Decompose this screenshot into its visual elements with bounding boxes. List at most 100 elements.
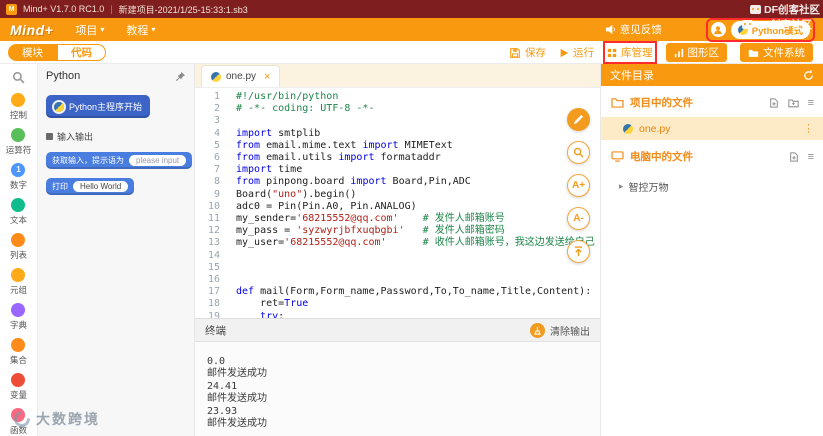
project-files-group[interactable]: 项目中的文件 ≡ <box>601 86 823 117</box>
code-line[interactable]: import time <box>236 164 600 176</box>
category-dot-icon <box>11 373 26 387</box>
category-变量[interactable]: 变量 <box>6 373 32 401</box>
close-tab-icon[interactable]: × <box>264 71 270 83</box>
mode-pill[interactable]: Python模式 <box>730 20 810 39</box>
menu-icon[interactable]: ≡ <box>808 151 814 163</box>
category-dot-icon: 1 <box>11 163 26 177</box>
code-line[interactable] <box>236 274 600 286</box>
code-line[interactable]: import smtplib <box>236 128 600 140</box>
menu-tutorial[interactable]: 教程 ▾ <box>126 22 155 38</box>
palette-section-io: 输入输出 <box>46 130 186 143</box>
terminal-line: 23.93 <box>207 405 238 417</box>
menu-project[interactable]: 项目 ▾ <box>75 22 104 38</box>
category-函数[interactable]: 函数 <box>6 408 32 436</box>
category-运算符[interactable]: 运算符 <box>6 128 31 156</box>
graphics-area-button[interactable]: 图形区 <box>665 43 727 62</box>
file-directory-panel: 文件目录 项目中的文件 ≡ one.py ⋮ 电脑中的文件 ≡ ▸ 智控万物 <box>600 64 823 436</box>
category-label: 变量 <box>9 390 27 400</box>
computer-icon <box>611 151 624 162</box>
editor-tabbar: one.py × <box>195 64 600 88</box>
category-文本[interactable]: 文本 <box>6 198 32 226</box>
pin-icon[interactable] <box>175 71 186 82</box>
code-editor[interactable]: 1 2 3 4 5 6 7 8 9 10 11 12 13 14 15 16 17 18 19 #!/usr/bin… <box>195 88 600 318</box>
user-avatar[interactable] <box>710 22 726 37</box>
line-numbers: 1 2 3 4 5 6 7 8 9 10 11 12 13 14 15 16 17 18 19 <box>207 91 220 318</box>
file-one-py[interactable]: one.py ⋮ <box>601 117 823 140</box>
file-name: one.py <box>639 122 671 135</box>
terminal-line: 0.0 <box>207 356 226 367</box>
refresh-icon[interactable] <box>803 69 814 81</box>
scroll-top-button[interactable] <box>567 240 590 263</box>
code-line[interactable]: my_pass = 'syzwyrjbfxuqbgbi' # 发件人邮箱密码 <box>236 225 600 237</box>
block-print[interactable]: 打印 Hello World <box>46 178 135 195</box>
terminal-line: 邮件发送成功 <box>207 393 267 405</box>
category-控制[interactable]: 控制 <box>6 93 32 121</box>
search-icon[interactable] <box>12 71 25 84</box>
code-line[interactable]: my_sender='68215552@qq.com' # 发件人邮箱账号 <box>236 213 600 225</box>
code-line[interactable]: adc0 = Pin(Pin.A0, Pin.ANALOG) <box>236 201 600 213</box>
code-line[interactable] <box>236 262 600 274</box>
code-line[interactable]: Board("uno").begin() <box>236 189 600 201</box>
minimize-button[interactable]: — <box>771 4 780 14</box>
tab-code[interactable]: 代码 <box>57 44 106 61</box>
category-字典[interactable]: 字典 <box>6 303 32 331</box>
category-label: 字典 <box>9 320 27 330</box>
category-dot-icon <box>11 268 26 282</box>
edit-button[interactable] <box>567 108 590 131</box>
menu-project-label: 项目 <box>75 24 98 37</box>
category-列表[interactable]: 列表 <box>6 233 32 261</box>
category-label: 集合 <box>9 355 27 365</box>
code-line[interactable]: my_user='68215552@qq.com' # 收件人邮箱账号，我这边发… <box>236 237 600 249</box>
block-print-value[interactable]: Hello World <box>73 181 129 192</box>
broom-icon <box>530 322 545 338</box>
run-button[interactable]: 运行 <box>559 45 594 60</box>
code-line[interactable]: try: <box>236 311 600 318</box>
tree-item[interactable]: ▸ 智控万物 <box>601 171 823 194</box>
window-controls: — □ × <box>771 4 817 14</box>
tab-one-py[interactable]: one.py × <box>201 65 281 87</box>
python-icon <box>737 24 748 35</box>
code-line[interactable]: # -*- coding: UTF-8 -*- <box>236 103 600 115</box>
category-dot-icon <box>11 198 26 212</box>
code-line[interactable] <box>236 115 600 127</box>
code-line[interactable] <box>236 250 600 262</box>
arrow-top-icon <box>574 246 583 257</box>
section-label: 输入输出 <box>57 132 94 142</box>
feedback-button[interactable]: 意见反馈 <box>605 22 662 37</box>
new-file-icon[interactable] <box>769 97 779 108</box>
code-content[interactable]: #!/usr/bin/python # -*- coding: UTF-8 -*-… <box>227 88 600 318</box>
more-options-icon[interactable]: ⋮ <box>803 122 814 135</box>
category-元组[interactable]: 元组 <box>6 268 32 296</box>
grid-icon <box>607 48 617 58</box>
magnifier-icon <box>573 147 584 158</box>
block-input-value[interactable]: please input <box>129 155 187 166</box>
block-get-input[interactable]: 获取输入，提示语为 please input <box>46 152 193 169</box>
computer-files-group[interactable]: 电脑中的文件 ≡ <box>601 140 823 171</box>
menu-icon[interactable]: ≡ <box>808 97 814 109</box>
library-manager-button[interactable]: 库管理 <box>603 41 657 64</box>
code-line[interactable]: def mail(Form,Form_name,Password,To,To_n… <box>236 286 600 298</box>
new-folder-icon[interactable] <box>787 98 799 108</box>
code-line[interactable]: from email.mime.text import MIMEText <box>236 140 600 152</box>
clear-output-button[interactable]: 清除输出 <box>530 322 590 338</box>
category-数字[interactable]: 1 数字 <box>6 163 32 191</box>
tab-modules[interactable]: 模块 <box>8 44 57 61</box>
code-line[interactable]: #!/usr/bin/python <box>236 91 600 103</box>
save-label: 保存 <box>525 47 546 59</box>
menubar: Mind+ 项目 ▾ 教程 ▾ 意见反馈 Python模式 <box>0 17 823 42</box>
search-code-button[interactable] <box>567 141 590 164</box>
mindplus-window: M Mind+ V1.7.0 RC1.0 | 新建项目-2021/1/25-15… <box>0 0 823 436</box>
font-decrease-button[interactable]: A- <box>567 207 590 230</box>
close-button[interactable]: × <box>810 4 815 14</box>
maximize-button[interactable]: □ <box>792 4 797 14</box>
category-集合[interactable]: 集合 <box>6 338 32 366</box>
code-line[interactable]: ret=True <box>236 298 600 310</box>
block-python-main[interactable]: Python主程序开始 <box>46 95 151 118</box>
file-system-button[interactable]: 文件系统 <box>740 43 813 62</box>
category-label: 控制 <box>9 110 27 120</box>
new-file-icon[interactable] <box>789 151 799 162</box>
font-increase-button[interactable]: A+ <box>567 174 590 197</box>
code-line[interactable]: from pinpong.board import Board,Pin,ADC <box>236 176 600 188</box>
code-line[interactable]: from email.utils import formataddr <box>236 152 600 164</box>
save-button[interactable]: 保存 <box>509 45 546 60</box>
